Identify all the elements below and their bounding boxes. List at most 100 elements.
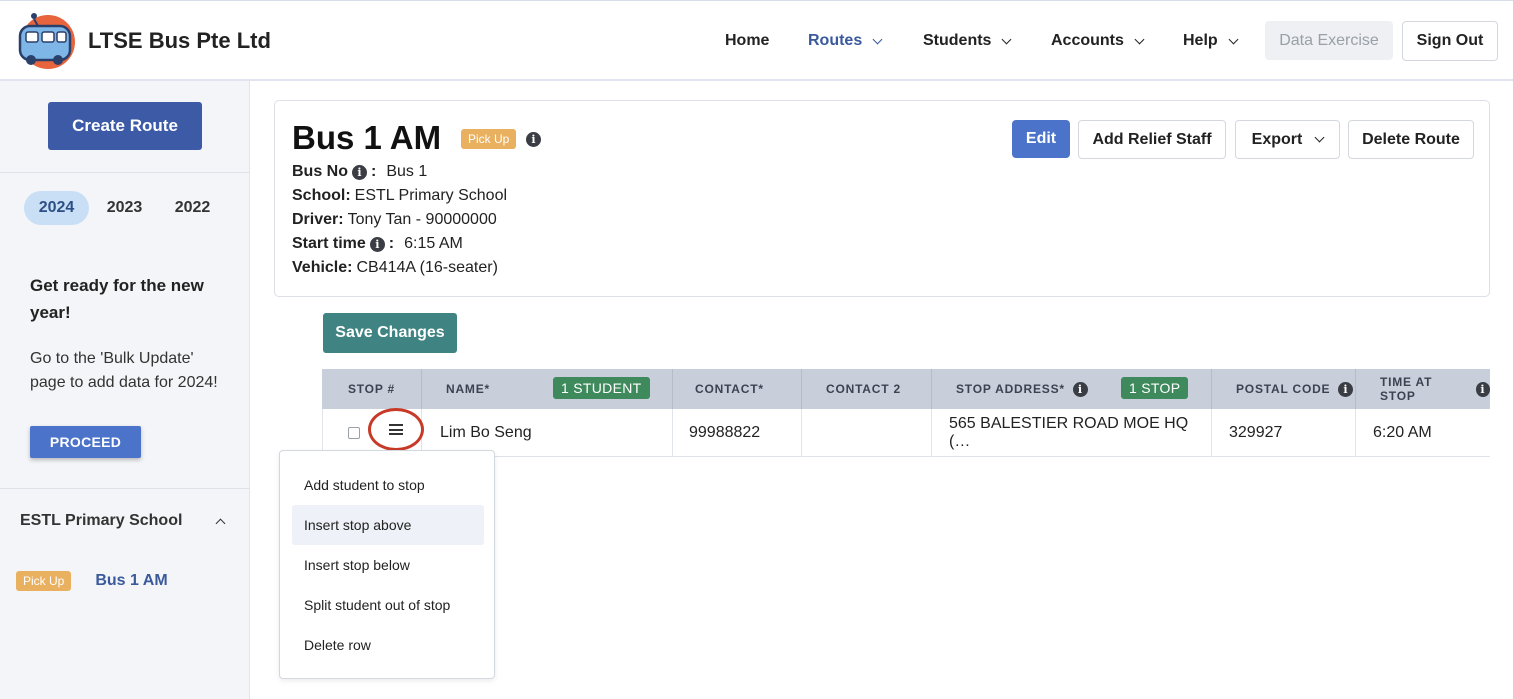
row-context-menu: Add student to stop Insert stop above In… [279,450,495,679]
sidebar: Create Route 2024 2023 2022 Get ready fo… [0,81,250,699]
driver-label: Driver: [292,211,344,228]
info-icon[interactable]: i [369,236,385,252]
column-header-contact: CONTACT* [673,369,802,409]
promo-title: Get ready for the new year! [30,276,204,322]
top-navbar: LTSE Bus Pte Ltd Home Routes Students Ac… [0,0,1513,81]
nav-students[interactable]: Students [923,32,1012,50]
nav-help-label: Help [1183,32,1218,49]
nav-students-label: Students [923,32,992,49]
chevron-down-icon [872,34,883,44]
column-header-contact2: CONTACT 2 [802,369,932,409]
column-header-name-label: NAME* [446,382,491,396]
pickup-badge: Pick Up [461,129,517,149]
chevron-down-icon [1134,34,1145,44]
table-header: STOP # NAME* 1 STUDENT CONTACT* CONTACT … [322,369,1490,409]
address-cell[interactable]: 565 BALESTIER ROAD MOE HQ (… [932,409,1212,457]
vehicle-label: Vehicle: [292,259,353,276]
start-time-row: Start time i : 6:15 AM [292,235,463,253]
column-header-address-label: STOP ADDRESS* [956,382,1065,396]
start-time-label: Start time [292,235,366,252]
row-checkbox[interactable] [348,427,360,439]
brand-name: LTSE Bus Pte Ltd [88,28,271,53]
column-header-time: TIME AT STOP i [1356,369,1490,409]
chevron-up-icon [215,518,226,528]
bus-no-value: Bus 1 [386,163,428,180]
bus-no-label: Bus No [292,163,348,180]
school-label: School: [292,187,351,204]
postal-cell[interactable]: 329927 [1212,409,1356,457]
add-relief-staff-button[interactable]: Add Relief Staff [1078,120,1226,159]
menu-item-insert-stop-below[interactable]: Insert stop below [292,545,484,585]
info-icon[interactable]: i [1338,381,1354,397]
delete-route-button[interactable]: Delete Route [1348,120,1474,159]
data-exercise-button[interactable]: Data Exercise [1265,21,1393,60]
colon: : [388,235,395,252]
column-header-stop: STOP # [322,369,422,409]
nav-help[interactable]: Help [1183,32,1239,50]
year-tab-2023[interactable]: 2023 [92,191,157,225]
menu-item-delete-row[interactable]: Delete row [292,625,484,665]
chevron-down-icon [1228,34,1239,44]
table-row[interactable]: Lim Bo Seng 99988822 565 BALESTIER ROAD … [322,409,1490,457]
info-icon[interactable]: i [1475,381,1490,397]
column-header-contact-label: CONTACT* [695,382,764,396]
time-cell[interactable]: 6:20 AM [1356,409,1490,457]
nav-home-label: Home [725,32,770,49]
column-header-name: NAME* 1 STUDENT [422,369,673,409]
nav-home[interactable]: Home [725,32,769,50]
year-tab-2022[interactable]: 2022 [160,191,225,225]
promo-text: Go to the 'Bulk Update' page to add data… [30,350,218,391]
school-row: School: ESTL Primary School [292,187,507,205]
school-name: ESTL Primary School [20,512,183,529]
export-label: Export [1251,130,1303,148]
nav-accounts[interactable]: Accounts [1051,32,1145,50]
bus-no-row: Bus No i : Bus 1 [292,163,427,181]
menu-item-split-student[interactable]: Split student out of stop [292,585,484,625]
driver-row: Driver: Tony Tan - 90000000 [292,211,497,229]
contact2-cell[interactable] [802,409,932,457]
export-button[interactable]: Export [1235,120,1340,159]
nav-routes[interactable]: Routes [808,32,883,50]
colon: : [371,163,377,180]
school-value: ESTL Primary School [354,187,508,204]
column-header-address: STOP ADDRESS* i 1 STOP [932,369,1212,409]
student-count-badge: 1 STUDENT [553,377,650,399]
menu-item-add-student[interactable]: Add student to stop [292,465,484,505]
column-header-postal-label: POSTAL CODE [1236,382,1331,396]
stop-count-badge: 1 STOP [1121,377,1189,399]
row-menu-button[interactable] [368,408,424,451]
divider [0,488,250,489]
column-header-stop-label: STOP # [347,382,396,396]
info-icon[interactable]: i [352,164,367,180]
vehicle-value: CB414A (16-seater) [356,259,498,276]
proceed-button[interactable]: PROCEED [30,426,141,458]
edit-button[interactable]: Edit [1012,120,1070,158]
column-header-postal: POSTAL CODE i [1212,369,1356,409]
sidebar-route-item[interactable]: Pick Up Bus 1 AM [16,571,168,591]
pickup-badge: Pick Up [16,571,72,591]
contact-cell[interactable]: 99988822 [673,409,802,457]
column-header-contact2-label: CONTACT 2 [826,382,901,396]
menu-item-insert-stop-above[interactable]: Insert stop above [292,505,484,545]
chevron-down-icon [1314,132,1325,143]
info-icon[interactable]: i [1072,381,1088,397]
sign-out-button[interactable]: Sign Out [1402,21,1498,61]
vehicle-row: Vehicle: CB414A (16-seater) [292,259,498,277]
stops-table: STOP # NAME* 1 STUDENT CONTACT* CONTACT … [322,369,1490,457]
info-icon[interactable]: i [526,132,541,147]
divider [0,172,250,173]
route-details-card: Bus 1 AM Pick Up i Bus No i : Bus 1 Scho… [274,100,1490,297]
hamburger-icon [389,424,403,435]
start-time-value: 6:15 AM [404,235,463,252]
year-tab-2024[interactable]: 2024 [24,191,89,225]
school-accordion-header[interactable]: ESTL Primary School [20,512,228,530]
bus-logo-icon[interactable] [16,10,76,72]
create-route-button[interactable]: Create Route [48,102,202,150]
nav-routes-label: Routes [808,32,863,49]
sidebar-route-link[interactable]: Bus 1 AM [95,572,167,590]
save-changes-button[interactable]: Save Changes [323,313,457,353]
chevron-down-icon [1002,34,1012,44]
driver-value: Tony Tan - 90000000 [347,211,497,228]
nav-accounts-label: Accounts [1051,32,1124,49]
route-title: Bus 1 AM [292,119,442,156]
